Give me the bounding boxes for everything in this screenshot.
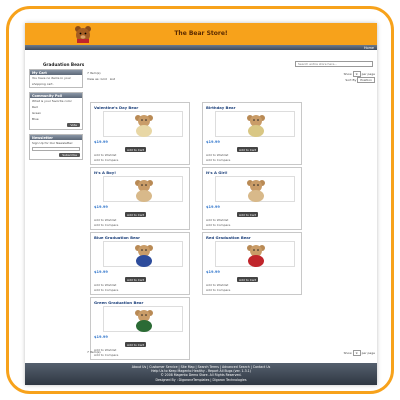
cart-empty-text-2: shopping cart.	[32, 82, 54, 86]
view-list-link[interactable]: List	[110, 77, 115, 81]
teddy-bear-icon	[247, 180, 265, 202]
product-name-link[interactable]: Blue Graduation Bear	[94, 235, 140, 240]
sort-control: Sort By Position	[345, 77, 375, 83]
show-label: Show	[343, 351, 352, 355]
add-to-cart-button[interactable]: Add to Cart	[237, 212, 259, 217]
add-to-cart-button[interactable]: Add to Cart	[125, 342, 147, 347]
cart-block: My Cart You have no items in your shoppi…	[29, 69, 83, 88]
subscribe-button[interactable]: Subscribe	[59, 153, 80, 157]
add-to-cart-button[interactable]: Add to Cart	[237, 277, 259, 282]
product-card[interactable]: Red Graduation Bear $19.99 Add to Cart Add …	[202, 232, 302, 295]
add-to-compare-link[interactable]: Add to Compare	[206, 288, 230, 292]
teddy-bear-icon	[135, 310, 153, 332]
product-name-link[interactable]: It's A Boy!	[94, 170, 116, 175]
product-name-link[interactable]: Birthday Bear	[206, 105, 235, 110]
add-to-compare-link[interactable]: Add to Compare	[94, 223, 118, 227]
product-price: $19.99	[206, 270, 220, 274]
product-image[interactable]	[103, 241, 183, 267]
view-mode: View as: Grid List	[87, 77, 115, 81]
teddy-bear-icon	[135, 245, 153, 267]
add-to-wishlist-link[interactable]: Add to Wishlist	[94, 153, 116, 157]
teddy-bear-icon	[247, 115, 265, 137]
sort-select[interactable]: Position	[357, 77, 375, 83]
product-card[interactable]: Blue Graduation Bear $19.99 Add to Cart Add…	[90, 232, 190, 295]
nav-home-link[interactable]: Home	[364, 46, 374, 50]
add-to-compare-link[interactable]: Add to Compare	[94, 158, 118, 162]
product-name-link[interactable]: Red Graduation Bear	[206, 235, 251, 240]
add-to-cart-button[interactable]: Add to Cart	[237, 147, 259, 152]
toolbar-bottom: 7 Item(s) Show 9 per page	[87, 350, 375, 362]
show-label: Show	[343, 72, 352, 76]
newsletter-text: Sign Up for Our Newsletter:	[32, 141, 74, 145]
product-image[interactable]	[215, 111, 295, 137]
product-price: $19.99	[206, 205, 220, 209]
product-card[interactable]: Birthday Bear $19.99 Add to Cart Add to Wis…	[202, 102, 302, 165]
product-card[interactable]: It's A Girl! $19.99 Add to Cart Add to Wish…	[202, 167, 302, 230]
teddy-bear-icon	[247, 245, 265, 267]
site-footer: About Us | Customer Service | Site Map |…	[25, 363, 377, 385]
add-to-cart-button[interactable]: Add to Cart	[125, 277, 147, 282]
poll-block: Community Poll What is your favorite col…	[29, 92, 83, 130]
product-name-link[interactable]: Valentine's Day Bear	[94, 105, 138, 110]
newsletter-email-field[interactable]	[32, 147, 80, 151]
poll-option[interactable]: Blue	[30, 116, 82, 122]
product-card[interactable]: Valentine's Day Bear $19.99 Add to Cart Add…	[90, 102, 190, 165]
product-name-link[interactable]: It's A Girl!	[206, 170, 228, 175]
teddy-bear-icon	[135, 115, 153, 137]
product-price: $19.99	[94, 335, 108, 339]
product-price: $19.99	[94, 270, 108, 274]
product-image[interactable]	[215, 176, 295, 202]
add-to-wishlist-link[interactable]: Add to Wishlist	[94, 283, 116, 287]
add-to-compare-link[interactable]: Add to Compare	[94, 288, 118, 292]
sort-by-label: Sort By	[345, 78, 357, 82]
add-to-compare-link[interactable]: Add to Compare	[206, 223, 230, 227]
per-page-label: per page	[361, 72, 375, 76]
product-card[interactable]: It's A Boy! $19.99 Add to Cart Add to Wishl…	[90, 167, 190, 230]
category-title: Graduation Bears	[43, 62, 85, 67]
add-to-wishlist-link[interactable]: Add to Wishlist	[206, 283, 228, 287]
product-image[interactable]	[103, 111, 183, 137]
store-title: The Bear Store!	[174, 30, 228, 37]
orange-frame: The Bear Store! Home Graduation Bears Se…	[6, 6, 394, 394]
site-header: The Bear Store!	[25, 23, 377, 45]
vote-button[interactable]: Vote	[67, 123, 80, 127]
item-count: 7 Item(s)	[87, 350, 101, 354]
add-to-wishlist-link[interactable]: Add to Wishlist	[94, 218, 116, 222]
add-to-cart-button[interactable]: Add to Cart	[125, 212, 147, 217]
item-count: 7 Item(s)	[87, 71, 101, 75]
view-as-grid-label: View as: Grid	[87, 77, 107, 81]
product-image[interactable]	[103, 176, 183, 202]
product-image[interactable]	[103, 306, 183, 332]
add-to-compare-link[interactable]: Add to Compare	[206, 158, 230, 162]
product-price: $19.99	[94, 205, 108, 209]
top-nav-bar: Home	[25, 45, 377, 50]
product-price: $19.99	[94, 140, 108, 144]
add-to-wishlist-link[interactable]: Add to Wishlist	[206, 218, 228, 222]
teddy-bear-icon	[135, 180, 153, 202]
product-price: $19.99	[206, 140, 220, 144]
search-input[interactable]: Search entire store here...	[295, 61, 373, 67]
product-image[interactable]	[215, 241, 295, 267]
add-to-cart-button[interactable]: Add to Cart	[125, 147, 147, 152]
add-to-wishlist-link[interactable]: Add to Wishlist	[206, 153, 228, 157]
product-name-link[interactable]: Green Graduation Bear	[94, 300, 143, 305]
per-page-select[interactable]: 9	[352, 350, 361, 356]
per-page-label: per page	[361, 351, 375, 355]
newsletter-block: Newsletter Sign Up for Our Newsletter: S…	[29, 134, 83, 160]
store-page: The Bear Store! Home Graduation Bears Se…	[25, 23, 377, 385]
toolbar-top: 7 Item(s) View as: Grid List Show 9 per …	[87, 71, 375, 83]
per-page-control: Show 9 per page	[344, 350, 375, 356]
footer-designer: Designed By : DigaroneTemplates | Digaro…	[155, 377, 247, 382]
left-sidebar: My Cart You have no items in your shoppi…	[29, 69, 83, 164]
